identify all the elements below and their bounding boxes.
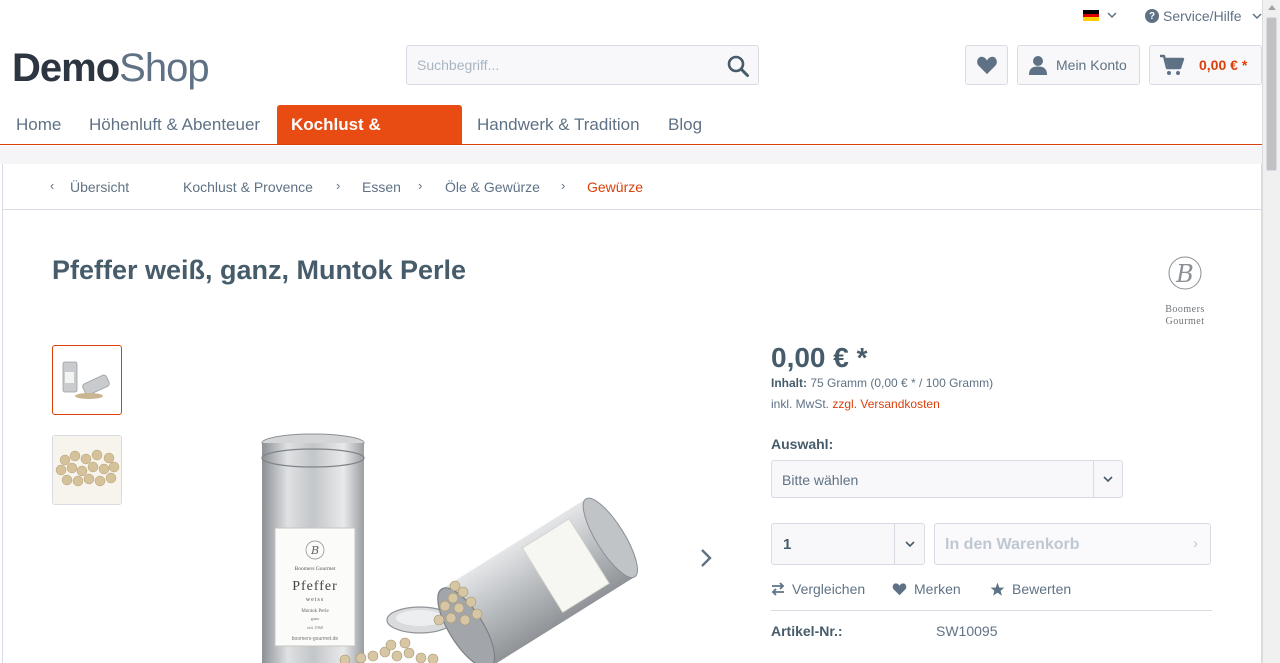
star-icon bbox=[990, 582, 1005, 596]
language-switcher[interactable] bbox=[1083, 10, 1117, 22]
breadcrumb-item[interactable]: Kochlust & Provence bbox=[183, 179, 313, 195]
product-image[interactable]: B Boomers Gourmet Pfeffer weiss Muntok P… bbox=[225, 340, 665, 663]
tax-info: inkl. MwSt. zzgl. Versandkosten bbox=[771, 397, 940, 411]
content-label: Inhalt: bbox=[771, 376, 807, 390]
thumbnail-2[interactable] bbox=[52, 435, 122, 505]
quantity-value: 1 bbox=[783, 536, 792, 553]
add-to-cart-button[interactable]: In den Warenkorb › bbox=[934, 523, 1211, 565]
account-label: Mein Konto bbox=[1056, 57, 1127, 73]
scrollbar-thumb[interactable] bbox=[1266, 17, 1277, 171]
tin-since: seit 1960 bbox=[307, 625, 324, 630]
quantity-select[interactable]: 1 bbox=[771, 523, 925, 565]
breadcrumb-item[interactable]: Öle & Gewürze bbox=[445, 179, 540, 195]
main-navigation: Home Höhenluft & Abenteuer Kochlust & Pr… bbox=[0, 105, 1262, 174]
wishlist-button[interactable] bbox=[965, 45, 1008, 85]
breadcrumb-item[interactable]: Essen bbox=[362, 179, 401, 195]
rate-action[interactable]: Bewerten bbox=[990, 581, 1071, 597]
tin-variety: Muntok Perle bbox=[301, 609, 329, 614]
chevron-right-icon: › bbox=[561, 178, 566, 193]
brand-monogram: B bbox=[1175, 260, 1194, 288]
user-icon bbox=[1029, 56, 1047, 75]
chevron-right-icon: › bbox=[336, 178, 341, 193]
sku-value: SW10095 bbox=[936, 623, 998, 639]
tin-website: boomers-gourmet.de bbox=[292, 636, 339, 642]
wishlist-label: Merken bbox=[914, 581, 961, 597]
chevron-down-icon bbox=[894, 524, 924, 564]
product-title: Pfeffer weiß, ganz, Muntok Perle bbox=[52, 255, 467, 285]
rate-label: Bewerten bbox=[1012, 581, 1072, 597]
scroll-up-arrow-icon[interactable] bbox=[1268, 5, 1276, 10]
add-to-cart-label: In den Warenkorb bbox=[945, 536, 1080, 553]
breadcrumb-current[interactable]: Gewürze bbox=[587, 179, 643, 195]
tin-form: ganz bbox=[311, 616, 320, 621]
cart-button[interactable]: 0,00 € * bbox=[1149, 45, 1262, 85]
top-bar: ? Service/Hilfe bbox=[0, 0, 1262, 34]
nav-item-blog[interactable]: Blog bbox=[654, 105, 716, 144]
nav-item-handwerk[interactable]: Handwerk & Tradition bbox=[463, 105, 654, 144]
tin-brand: Boomers Gourmet bbox=[295, 566, 336, 572]
nav-item-home[interactable]: Home bbox=[2, 105, 75, 144]
tax-text: inkl. MwSt. bbox=[771, 397, 830, 411]
search-icon[interactable] bbox=[726, 54, 750, 78]
service-label: Service/Hilfe bbox=[1163, 8, 1242, 24]
shipping-costs-link[interactable]: zzgl. Versandkosten bbox=[832, 397, 939, 411]
logo-bold-text: Demo bbox=[12, 46, 120, 90]
brand-line: Gourmet bbox=[1165, 316, 1204, 327]
variant-select[interactable]: Bitte wählen bbox=[771, 460, 1123, 498]
thumbnail-1[interactable] bbox=[52, 345, 122, 415]
brand-line: Boomers bbox=[1165, 304, 1205, 315]
sku-label: Artikel-Nr.: bbox=[771, 623, 843, 639]
compare-label: Vergleichen bbox=[792, 581, 866, 597]
compare-action[interactable]: Vergleichen bbox=[771, 581, 865, 597]
shop-logo[interactable]: DemoShop bbox=[12, 44, 210, 92]
account-button[interactable]: Mein Konto bbox=[1017, 45, 1140, 85]
content-top-band bbox=[0, 146, 1262, 164]
chevron-right-icon: › bbox=[1193, 535, 1198, 552]
breadcrumb: ‹ Übersicht Kochlust & Provence › Essen … bbox=[2, 164, 1262, 210]
chevron-down-icon bbox=[1252, 12, 1262, 19]
nav-item-kochlust[interactable]: Kochlust & Provence bbox=[277, 105, 462, 174]
chevron-down-icon bbox=[1107, 12, 1117, 19]
logo-light-text: Shop bbox=[119, 46, 209, 90]
chevron-right-icon: › bbox=[418, 178, 423, 193]
heart-icon bbox=[976, 56, 997, 75]
variant-select-value: Bitte wählen bbox=[782, 472, 859, 488]
tin-product-name: Pfeffer bbox=[292, 579, 338, 594]
shopping-cart-icon bbox=[1160, 54, 1185, 75]
image-next-arrow[interactable] bbox=[700, 548, 712, 574]
chevron-left-icon: ‹ bbox=[50, 178, 55, 193]
nav-item-hoehenluft[interactable]: Höhenluft & Abenteuer bbox=[75, 105, 274, 144]
wishlist-action[interactable]: Merken bbox=[892, 581, 961, 597]
chevron-right-icon bbox=[701, 549, 712, 567]
help-icon: ? bbox=[1145, 9, 1159, 23]
brand-logo[interactable]: B Boomers Gourmet bbox=[1150, 252, 1220, 330]
service-menu[interactable]: ? Service/Hilfe bbox=[1145, 8, 1262, 24]
page-scrollbar[interactable] bbox=[1262, 0, 1280, 663]
product-actions: Vergleichen Merken Bewerten bbox=[771, 581, 1212, 611]
search-input[interactable] bbox=[407, 46, 707, 84]
cart-amount: 0,00 € * bbox=[1199, 57, 1248, 73]
heart-icon bbox=[892, 583, 907, 596]
compare-icon bbox=[771, 582, 785, 596]
content-value: 75 Gramm (0,00 € * / 100 Gramm) bbox=[810, 376, 994, 390]
german-flag-icon bbox=[1083, 10, 1099, 22]
search-bar bbox=[406, 45, 759, 85]
chevron-down-icon bbox=[1093, 461, 1122, 497]
breadcrumb-back[interactable]: Übersicht bbox=[70, 179, 129, 195]
product-price: 0,00 € * bbox=[771, 342, 868, 373]
tin-monogram: B bbox=[310, 544, 319, 557]
variant-select-label: Auswahl: bbox=[771, 436, 834, 452]
tin-product-subname: weiss bbox=[306, 597, 324, 603]
product-content-info: Inhalt: 75 Gramm (0,00 € * / 100 Gramm) bbox=[771, 376, 993, 390]
